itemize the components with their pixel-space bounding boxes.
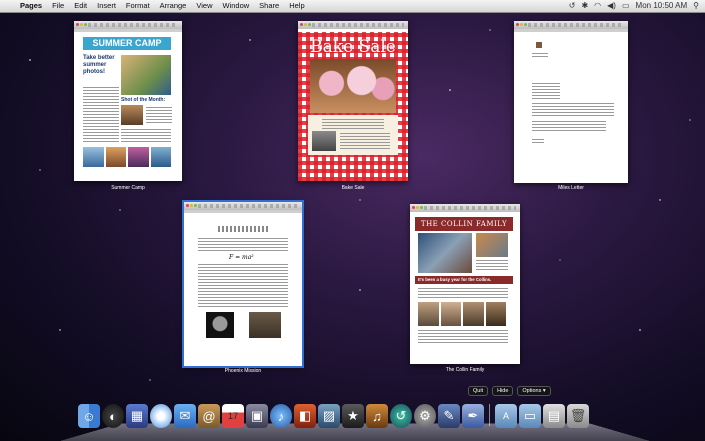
body-text	[121, 129, 171, 143]
finder-icon[interactable]: ☺	[78, 404, 100, 428]
menu-bar: Pages File Edit Insert Format Arrange Vi…	[0, 0, 705, 13]
clock-text[interactable]: Mon 10:50 AM	[636, 0, 688, 12]
address-book-icon[interactable]: @	[198, 404, 220, 428]
address-text	[532, 83, 560, 99]
quit-button[interactable]: Quit	[468, 386, 489, 396]
menu-view[interactable]: View	[191, 0, 217, 12]
ruler	[184, 210, 302, 213]
options-button[interactable]: Options ▾	[517, 386, 551, 396]
imovie-icon[interactable]: ★	[342, 404, 364, 428]
document-headline: It's been a busy year for the Collins.	[418, 277, 492, 282]
menu-edit[interactable]: Edit	[69, 0, 92, 12]
letterhead-logo	[536, 42, 542, 48]
garageband-icon[interactable]: ♫	[366, 404, 388, 428]
window-toolbar	[410, 204, 520, 212]
window-toolbar	[298, 21, 408, 29]
document-title: SUMMER CAMP	[83, 37, 171, 50]
battery-icon[interactable]: ▭	[622, 0, 630, 12]
photo-strip	[418, 302, 506, 326]
menu-app-pages[interactable]: Pages	[15, 0, 47, 12]
body-text	[532, 121, 606, 131]
window-caption: Miles Letter	[558, 185, 584, 191]
preview-icon[interactable]: ✎	[438, 404, 460, 428]
trash-icon[interactable]: 🗑	[567, 404, 589, 428]
window-phoenix-mission[interactable]: F = ma²	[182, 200, 304, 368]
dock-app-controls: Quit Hide Options ▾	[468, 386, 551, 396]
document-title: Bake Sale	[310, 37, 396, 57]
spotlight-search-icon[interactable]: ⚲	[693, 0, 699, 12]
spacecraft-photo	[249, 312, 281, 338]
dashboard-icon[interactable]: ◐	[102, 404, 124, 428]
safari-icon[interactable]: ✦	[150, 404, 172, 428]
mission-control-icon[interactable]: ▦	[126, 404, 148, 428]
menu-window[interactable]: Window	[217, 0, 254, 12]
menu-insert[interactable]: Insert	[92, 0, 121, 12]
planet-photo	[206, 312, 234, 338]
time-machine-icon[interactable]: ↺	[390, 404, 412, 428]
photo-booth-icon[interactable]: ▣	[246, 404, 268, 428]
time-machine-icon[interactable]: ↺	[569, 0, 576, 12]
pages-icon[interactable]: ✒	[462, 404, 484, 428]
iphoto-icon[interactable]: ▨	[318, 404, 340, 428]
menu-file[interactable]: File	[47, 0, 69, 12]
cupcakes-photo	[310, 59, 396, 113]
window-toolbar	[74, 21, 182, 29]
ruler	[74, 29, 182, 32]
window-miles-letter[interactable]	[514, 21, 628, 183]
dock: ☺ ◐ ▦ ✦ ✉ @ 17 ▣ ♪ ◧ ▨ ★ ♫ ↺ ⚙ ✎ ✒ A ▭ ▤…	[78, 404, 589, 428]
section-heading: Shot of the Month:	[121, 97, 166, 103]
body-text	[418, 288, 508, 300]
menu-help[interactable]: Help	[284, 0, 309, 12]
formula-text: F = ma²	[229, 254, 254, 261]
volume-icon[interactable]: ◀)	[607, 0, 616, 12]
window-caption: Summer Camp	[111, 185, 145, 191]
downloads-stack-icon[interactable]: ▤	[543, 404, 565, 428]
dock-separator	[489, 404, 490, 426]
applications-folder-icon[interactable]: A	[495, 404, 517, 428]
document-title: THE COLLIN FAMILY	[415, 217, 513, 231]
family-photo	[418, 233, 472, 273]
address-text	[532, 53, 548, 59]
photo-icon[interactable]: ◧	[294, 404, 316, 428]
formula-line	[218, 226, 268, 232]
itunes-icon[interactable]: ♪	[270, 404, 292, 428]
body-text	[146, 107, 172, 125]
window-toolbar	[184, 202, 302, 210]
documents-folder-icon[interactable]: ▭	[519, 404, 541, 428]
window-bake-sale[interactable]: Bake Sale	[298, 21, 408, 181]
menu-format[interactable]: Format	[121, 0, 155, 12]
ichat-icon[interactable]: ✉	[174, 404, 196, 428]
photo-image	[121, 55, 171, 95]
body-text	[198, 264, 288, 308]
info-card	[308, 115, 398, 155]
menu-arrange[interactable]: Arrange	[155, 0, 192, 12]
body-text	[476, 260, 508, 272]
system-preferences-icon[interactable]: ⚙	[414, 404, 436, 428]
family-photo	[476, 233, 508, 257]
body-text	[418, 330, 508, 344]
window-collin-family[interactable]: THE COLLIN FAMILY It's been a busy year …	[410, 204, 520, 364]
window-caption: Bake Sale	[341, 185, 365, 191]
document-headline: Take better summer photos!	[83, 55, 115, 75]
menu-share[interactable]: Share	[254, 0, 284, 12]
window-caption: Phoenix Mission	[224, 368, 262, 374]
photo-image	[121, 105, 143, 125]
window-summer-camp[interactable]: SUMMER CAMP Take better summer photos! S…	[74, 21, 182, 181]
window-caption: The Collin Family	[445, 367, 485, 373]
body-text	[83, 87, 119, 143]
signature-text	[532, 139, 544, 143]
body-text	[532, 103, 614, 117]
ruler	[514, 29, 628, 32]
bluetooth-icon[interactable]: ✱	[581, 0, 588, 12]
window-toolbar	[514, 21, 628, 29]
photo-strip	[83, 147, 171, 167]
hide-button[interactable]: Hide	[492, 386, 514, 396]
body-text	[198, 238, 288, 252]
wifi-icon[interactable]: ◠	[594, 0, 601, 12]
ical-icon[interactable]: 17	[222, 404, 244, 428]
